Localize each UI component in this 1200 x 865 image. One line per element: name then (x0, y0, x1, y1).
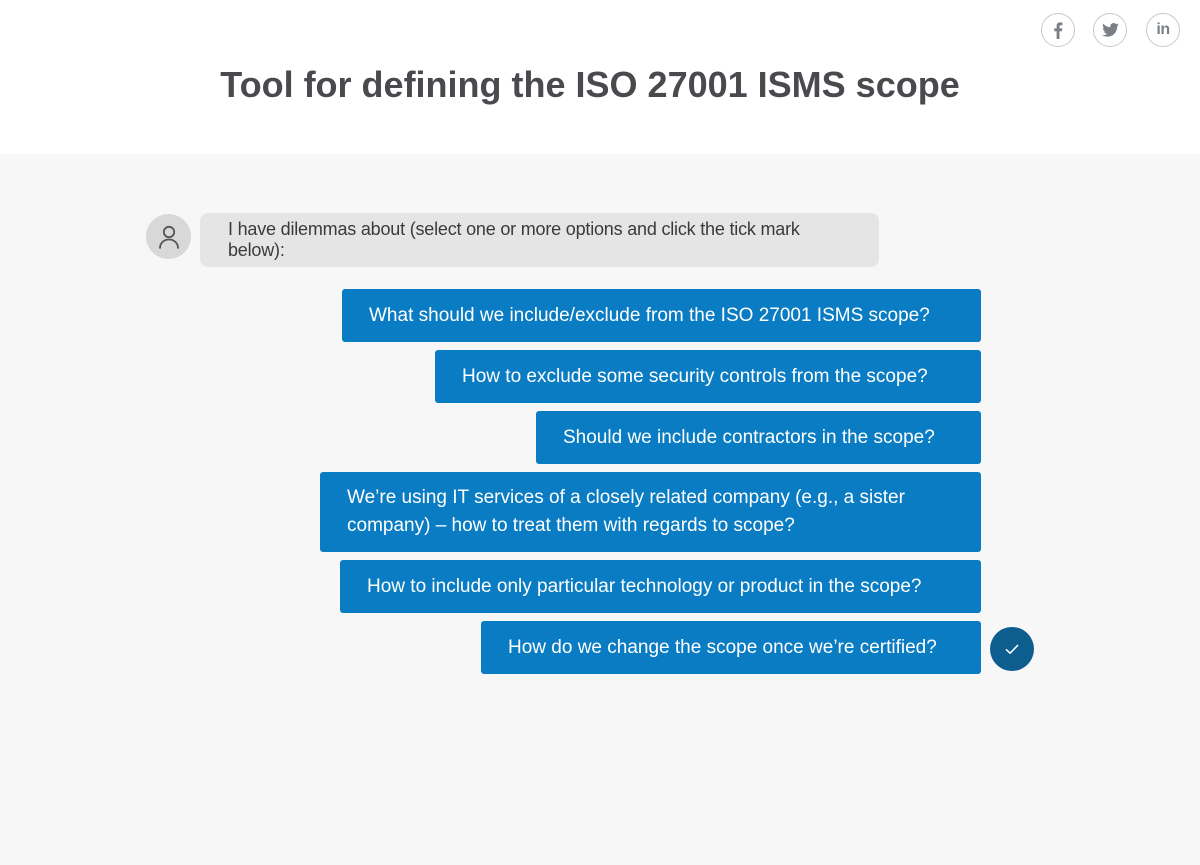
option-label: What should we include/exclude from the … (369, 304, 930, 326)
option-label: We’re using IT services of a closely rel… (347, 487, 905, 536)
option-contractors[interactable]: Should we include contractors in the sco… (536, 411, 981, 464)
option-exclude-controls[interactable]: How to exclude some security controls fr… (435, 350, 981, 403)
linkedin-share-button[interactable]: in (1146, 13, 1180, 47)
facebook-icon (1054, 21, 1063, 39)
user-icon (158, 225, 179, 249)
option-label: How do we change the scope once we’re ce… (508, 636, 937, 658)
checkmark-icon (1005, 644, 1019, 654)
question-text: I have dilemmas about (select one or mor… (228, 219, 800, 260)
option-change-scope[interactable]: How do we change the scope once we’re ce… (481, 621, 981, 674)
option-label: How to exclude some security controls fr… (462, 365, 928, 387)
facebook-share-button[interactable] (1041, 13, 1075, 47)
option-sister-company[interactable]: We’re using IT services of a closely rel… (320, 472, 981, 552)
twitter-icon (1101, 23, 1119, 37)
linkedin-icon: in (1156, 21, 1170, 38)
confirm-button[interactable] (990, 627, 1034, 671)
page-header: Tool for defining the ISO 27001 ISMS sco… (0, 0, 1200, 154)
avatar (146, 214, 191, 259)
twitter-share-button[interactable] (1093, 13, 1127, 47)
page-title: Tool for defining the ISO 27001 ISMS sco… (220, 64, 960, 105)
option-label: How to include only particular technolog… (367, 575, 922, 597)
option-particular-technology[interactable]: How to include only particular technolog… (340, 560, 981, 613)
option-label: Should we include contractors in the sco… (563, 426, 935, 448)
question-bubble: I have dilemmas about (select one or mor… (200, 213, 879, 267)
option-include-exclude[interactable]: What should we include/exclude from the … (342, 289, 981, 342)
